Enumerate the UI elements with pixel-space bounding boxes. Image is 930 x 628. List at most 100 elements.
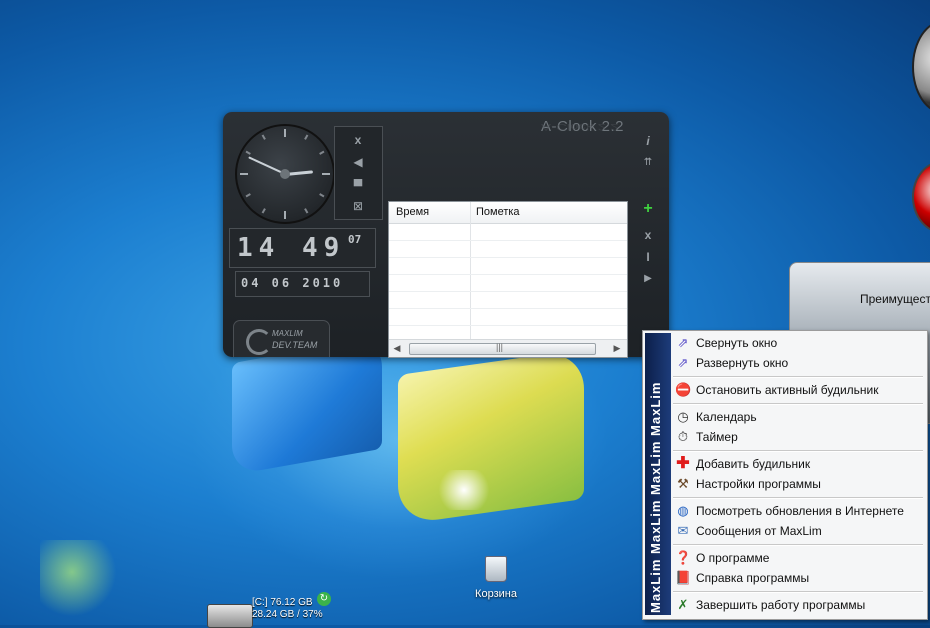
- exit-icon: ✗: [677, 597, 689, 612]
- drive-icon[interactable]: [207, 604, 253, 628]
- menu-item-messages[interactable]: ✉ Сообщения от MaxLim: [673, 521, 925, 541]
- table-row[interactable]: [389, 291, 627, 292]
- table-row[interactable]: [389, 240, 627, 241]
- clock-tick: [245, 193, 251, 198]
- play-icon[interactable]: ▶: [641, 272, 655, 286]
- time-seconds: 07: [348, 233, 362, 246]
- menu-item-label: Свернуть окно: [696, 336, 778, 350]
- maxlim-swirl-icon: [246, 329, 272, 355]
- menu-item-updates[interactable]: ◍ Посмотреть обновления в Интернете: [673, 501, 925, 521]
- menu-item-restore[interactable]: ⇗ Развернуть окно: [673, 353, 925, 373]
- clock-tick: [319, 150, 325, 155]
- close-icon[interactable]: x: [349, 133, 367, 147]
- windows-flag-flower: [434, 470, 494, 510]
- date-text: 04 06 2010: [241, 276, 344, 290]
- pin-icon[interactable]: ⇈: [641, 156, 655, 170]
- help-icon: ❓: [675, 550, 692, 565]
- book-icon: 📕: [675, 570, 692, 585]
- minimize-icon[interactable]: ▀: [349, 179, 367, 193]
- wallpaper-leaf: [40, 540, 120, 620]
- column-time[interactable]: Время: [396, 206, 429, 218]
- clock-tick: [261, 208, 266, 214]
- clock-tick: [304, 208, 309, 214]
- menu-item-label: Таймер: [696, 430, 738, 444]
- table-row[interactable]: [389, 274, 627, 275]
- menu-separator: [673, 591, 923, 593]
- menu-item-add-alarm[interactable]: ✚ Добавить будильник: [673, 454, 925, 474]
- clock-tick: [284, 211, 286, 219]
- resize-icon[interactable]: ⊠: [349, 199, 367, 213]
- scroll-right-icon[interactable]: ▶: [612, 343, 622, 354]
- horizontal-scrollbar[interactable]: ◀ ||| ▶: [389, 339, 627, 357]
- column-note[interactable]: Пометка: [476, 206, 520, 218]
- logo-line2: DEV.TEAM: [272, 340, 318, 350]
- maxlim-logo[interactable]: MAXLIM DEV.TEAM: [233, 320, 330, 357]
- clock-tick: [261, 134, 266, 140]
- timer-icon: ⏱: [677, 429, 689, 444]
- info-icon[interactable]: i: [641, 134, 655, 148]
- menu-brand-band: MaxLim MaxLim MaxLim MaxLim: [645, 333, 671, 615]
- menu-item-label: Развернуть окно: [696, 356, 789, 370]
- menu-item-about[interactable]: ❓ О программе: [673, 548, 925, 568]
- logo-line1: MAXLIM: [272, 329, 303, 338]
- scroll-grip-icon: |||: [496, 342, 504, 352]
- menu-item-stop-alarm[interactable]: ⛔ Остановить активный будильник: [673, 380, 925, 400]
- time-hours-minutes: 14 49: [237, 233, 346, 263]
- menu-brand-text: MaxLim MaxLim MaxLim MaxLim: [648, 381, 663, 613]
- menu-item-label: Сообщения от MaxLim: [696, 524, 822, 538]
- aclock-window[interactable]: A-Clock 2.2 A-Clock 2.2 x ◀ ▀ ⊠ 14 49 07…: [223, 112, 669, 358]
- restore-window-icon: ⇗: [677, 355, 689, 370]
- alarm-list[interactable]: Время Пометка ◀ ||| ▶: [388, 201, 628, 358]
- clock-gadget[interactable]: [912, 20, 930, 114]
- menu-item-settings[interactable]: ⚒ Настройки программы: [673, 474, 925, 494]
- scroll-thumb[interactable]: |||: [409, 342, 596, 355]
- speedometer-gadget[interactable]: [912, 160, 930, 234]
- promo-text: Преимущест: [860, 292, 930, 306]
- add-alarm-icon: ✚: [676, 455, 690, 472]
- drive-refresh-icon[interactable]: ↻: [317, 592, 331, 606]
- menu-item-label: Остановить активный будильник: [696, 383, 879, 397]
- delete-icon[interactable]: x: [641, 228, 655, 242]
- back-icon[interactable]: ◀: [349, 155, 367, 169]
- menu-separator: [673, 544, 923, 546]
- list-header: Время Пометка: [389, 202, 627, 224]
- digital-time: 14 49 07: [229, 228, 376, 268]
- clock-hub: [280, 169, 290, 179]
- drive-info: [C:] 76.12 GB 28.24 GB / 37%: [252, 597, 323, 621]
- table-row[interactable]: [389, 308, 627, 309]
- tray-context-menu[interactable]: MaxLim MaxLim MaxLim MaxLim ⇗ Свернуть о…: [642, 330, 928, 620]
- edit-icon[interactable]: I: [641, 250, 655, 264]
- menu-separator: [673, 376, 923, 378]
- menu-item-label: Справка программы: [696, 571, 810, 585]
- clock-tick: [284, 129, 286, 137]
- window-controls: x ◀ ▀ ⊠: [334, 126, 383, 220]
- clock-tick: [322, 173, 330, 175]
- recycle-bin[interactable]: Корзина: [466, 556, 526, 600]
- drive-free: 28.24 GB / 37%: [252, 609, 323, 620]
- clock-tick: [319, 193, 325, 198]
- menu-item-label: Посмотреть обновления в Интернете: [696, 504, 904, 518]
- clock-tick: [245, 150, 251, 155]
- table-row[interactable]: [389, 325, 627, 326]
- globe-icon: ◍: [677, 503, 689, 518]
- stop-alarm-icon: ⛔: [675, 382, 692, 397]
- menu-item-exit[interactable]: ✗ Завершить работу программы: [673, 595, 925, 615]
- add-icon[interactable]: +: [641, 201, 655, 217]
- menu-item-calendar[interactable]: ◷ Календарь: [673, 407, 925, 427]
- menu-item-label: О программе: [696, 551, 770, 565]
- clock-tick: [304, 134, 309, 140]
- analog-clock: [235, 124, 335, 224]
- menu-item-minimize[interactable]: ⇗ Свернуть окно: [673, 333, 925, 353]
- table-row[interactable]: [389, 257, 627, 258]
- menu-item-timer[interactable]: ⏱ Таймер: [673, 427, 925, 447]
- menu-item-label: Настройки программы: [696, 477, 821, 491]
- settings-icon: ⚒: [677, 476, 689, 491]
- menu-separator: [673, 497, 923, 499]
- menu-separator: [673, 403, 923, 405]
- menu-item-help[interactable]: 📕 Справка программы: [673, 568, 925, 588]
- clock-tick: [240, 173, 248, 175]
- app-title-reflection: A-Clock 2.2: [541, 121, 619, 132]
- drive-total: [C:] 76.12 GB: [252, 597, 313, 608]
- date-display: 04 06 2010: [235, 271, 370, 297]
- scroll-left-icon[interactable]: ◀: [392, 343, 402, 354]
